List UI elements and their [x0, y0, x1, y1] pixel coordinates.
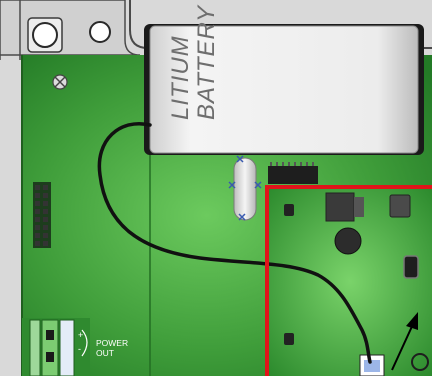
battery-label: LITIUM BATTERY [167, 4, 248, 120]
power-minus: - [78, 344, 81, 354]
crystal-icon [233, 157, 257, 221]
enclosure-corner [0, 0, 141, 60]
terminal-pads [59, 319, 75, 376]
terminal-slot [46, 330, 54, 340]
power-out-line2: OUT [96, 348, 114, 358]
power-out-label: POWER OUT [96, 338, 128, 358]
terminal-block [29, 319, 41, 376]
battery-label-line1: LITIUM [167, 35, 194, 120]
terminal-slot [46, 352, 54, 362]
board-diagram: + - LITIUM BATTERY POWER OUT [0, 0, 432, 376]
terminal-block [41, 319, 59, 376]
power-out-line1: POWER [96, 338, 129, 348]
power-plus: + [78, 330, 83, 340]
connector-pins [364, 360, 380, 372]
pin-header [33, 182, 51, 248]
battery-label-line2: BATTERY [193, 4, 220, 120]
mounting-hole-icon [89, 21, 111, 43]
mounting-hole-icon [32, 22, 58, 48]
